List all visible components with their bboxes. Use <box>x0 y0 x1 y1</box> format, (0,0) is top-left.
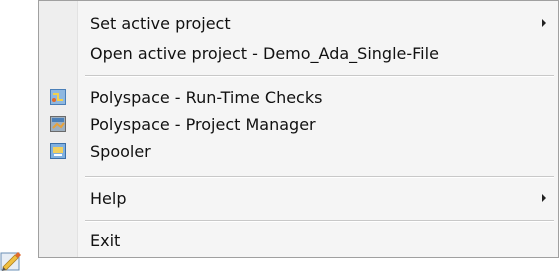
submenu-arrow-icon <box>542 194 546 202</box>
stage: Set active project Open active project -… <box>0 0 560 273</box>
menu-item-label: Help <box>90 188 127 208</box>
menu-separator <box>85 176 554 178</box>
submenu-arrow-icon <box>542 19 546 27</box>
menu-separator <box>85 220 554 222</box>
menu-item-label: Set active project <box>90 13 231 33</box>
polyspace-tray-icon[interactable] <box>0 250 22 272</box>
polyspace-pm-icon <box>50 116 66 132</box>
menu-item-label: Spooler <box>90 141 151 161</box>
menu-item-help[interactable]: Help <box>39 185 558 211</box>
menu-item-set-active-project[interactable]: Set active project <box>39 10 558 36</box>
polyspace-rtc-icon <box>50 89 66 105</box>
menu-item-spooler[interactable]: Spooler <box>39 138 558 164</box>
menu-item-exit[interactable]: Exit <box>39 227 558 253</box>
menu-item-polyspace-project-manager[interactable]: Polyspace - Project Manager <box>39 111 558 137</box>
menu-item-open-active-project[interactable]: Open active project - Demo_Ada_Single-Fi… <box>39 40 558 66</box>
menu-item-polyspace-run-time-checks[interactable]: Polyspace - Run-Time Checks <box>39 84 558 110</box>
context-menu: Set active project Open active project -… <box>38 0 559 258</box>
menu-item-label: Polyspace - Project Manager <box>90 114 316 134</box>
menu-item-label: Polyspace - Run-Time Checks <box>90 87 323 107</box>
menu-item-label: Exit <box>90 230 121 250</box>
menu-separator <box>85 75 554 77</box>
menu-item-label: Open active project - Demo_Ada_Single-Fi… <box>90 43 439 63</box>
spooler-icon <box>50 143 66 159</box>
